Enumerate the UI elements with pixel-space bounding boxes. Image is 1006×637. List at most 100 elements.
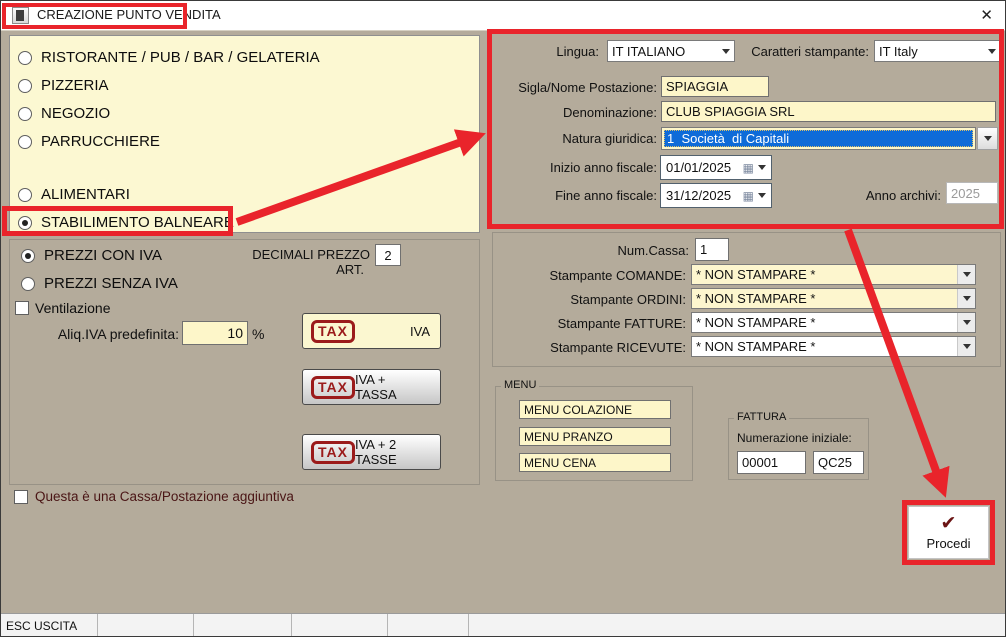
sigla-input[interactable]: SPIAGGIA <box>661 76 769 97</box>
chevron-down-icon <box>758 193 766 198</box>
check-icon: ✔ <box>941 514 957 534</box>
app-icon <box>12 7 29 24</box>
anno-archivi-label: Anno archivi: <box>851 188 941 203</box>
radio-label: RISTORANTE / PUB / BAR / GELATERIA <box>41 49 320 66</box>
tax-iva-tassa-button[interactable]: TAX IVA + TASSA <box>302 369 441 405</box>
stampante-fatture-label: Stampante FATTURE: <box>521 316 686 331</box>
stampante-comande-label: Stampante COMANDE: <box>521 268 686 283</box>
status-cell <box>388 614 469 637</box>
radio-pizzeria[interactable]: PIZZERIA <box>18 77 109 94</box>
cassa-aggiuntiva-checkbox[interactable] <box>14 490 28 504</box>
chevron-down-icon <box>722 49 730 54</box>
status-cell <box>292 614 388 637</box>
sigla-label: Sigla/Nome Postazione: <box>497 80 657 95</box>
stampante-comande-select[interactable]: * NON STAMPARE * <box>691 264 976 285</box>
radio-label: ALIMENTARI <box>41 186 130 203</box>
stampante-ricevute-select[interactable]: * NON STAMPARE * <box>691 336 976 357</box>
radio-label: STABILIMENTO BALNEARE <box>41 214 234 231</box>
numerazione-code-input[interactable]: QC25 <box>813 451 864 474</box>
radio-negozio[interactable]: NEGOZIO <box>18 105 110 122</box>
caratteri-stampante-select[interactable]: IT Italy <box>874 40 1001 62</box>
status-cell <box>469 614 1006 637</box>
radio-circle[interactable] <box>18 79 32 93</box>
tax-button-label: IVA + TASSA <box>355 372 430 402</box>
radio-parrucchiere[interactable]: PARRUCCHIERE <box>18 133 160 150</box>
radio-circle[interactable] <box>18 216 32 230</box>
denominazione-label: Denominazione: <box>497 105 657 120</box>
calendar-icon: ▦ <box>743 162 754 174</box>
dropdown-button <box>957 265 975 284</box>
decimali-input[interactable]: 2 <box>375 244 401 266</box>
stampante-ordini-label: Stampante ORDINI: <box>521 292 686 307</box>
radio-circle[interactable] <box>18 135 32 149</box>
stampante-ordini-select[interactable]: * NON STAMPARE * <box>691 288 976 309</box>
num-cassa-label: Num.Cassa: <box>561 243 689 258</box>
menu-pranzo-input[interactable]: MENU PRANZO <box>519 427 671 446</box>
menu-colazione-input[interactable]: MENU COLAZIONE <box>519 400 671 419</box>
radio-label: PREZZI SENZA IVA <box>44 275 178 292</box>
radio-label: NEGOZIO <box>41 105 110 122</box>
natura-giuridica-value: 1 Società di Capitali <box>664 130 973 147</box>
numerazione-iniziale-label: Numerazione iniziale: <box>737 431 867 445</box>
radio-stabilimento-balneare[interactable]: STABILIMENTO BALNEARE <box>18 214 234 231</box>
tax-button-label: IVA <box>410 324 430 339</box>
ventilazione-checkbox[interactable] <box>15 301 29 315</box>
status-bar: ESC USCITA <box>1 613 1006 637</box>
tax-stamp-icon: TAX <box>311 441 355 464</box>
anno-archivi-input: 2025 <box>946 182 998 204</box>
tax-iva-2-tasse-button[interactable]: TAX IVA + 2 TASSE <box>302 434 441 470</box>
tax-button-label: IVA + 2 TASSE <box>355 437 430 467</box>
dropdown-button <box>957 337 975 356</box>
radio-ristorante[interactable]: RISTORANTE / PUB / BAR / GELATERIA <box>18 49 320 66</box>
window-title: CREAZIONE PUNTO VENDITA <box>37 7 221 22</box>
denominazione-input[interactable]: CLUB SPIAGGIA SRL <box>661 101 996 122</box>
num-cassa-input[interactable]: 1 <box>695 238 729 261</box>
natura-giuridica-label: Natura giuridica: <box>497 131 657 146</box>
business-type-panel: RISTORANTE / PUB / BAR / GELATERIA PIZZE… <box>9 35 480 233</box>
chevron-down-icon <box>988 49 996 54</box>
title-bar: CREAZIONE PUNTO VENDITA ✕ <box>1 1 1005 31</box>
inizio-anno-datepicker[interactable]: 01/01/2025 ▦ <box>660 155 772 180</box>
cassa-aggiuntiva-row[interactable]: Questa è una Cassa/Postazione aggiuntiva <box>14 489 294 504</box>
procedi-button[interactable]: ✔ Procedi <box>908 506 989 559</box>
status-cell <box>98 614 194 637</box>
ventilazione-label: Ventilazione <box>35 300 111 316</box>
natura-giuridica-select[interactable]: 1 Società di Capitali <box>661 127 976 150</box>
tax-iva-button[interactable]: TAX IVA <box>302 313 441 349</box>
ventilazione-checkbox-row[interactable]: Ventilazione <box>15 300 111 316</box>
fine-anno-label: Fine anno fiscale: <box>497 188 657 203</box>
lingua-select[interactable]: IT ITALIANO <box>607 40 735 62</box>
radio-circle[interactable] <box>21 277 35 291</box>
decimali-art-label: ART. <box>246 262 364 277</box>
fattura-group-legend: FATTURA <box>734 411 789 423</box>
stampante-fatture-select[interactable]: * NON STAMPARE * <box>691 312 976 333</box>
procedi-label: Procedi <box>926 536 970 551</box>
status-cell <box>194 614 292 637</box>
radio-alimentari[interactable]: ALIMENTARI <box>18 186 130 203</box>
decimali-prezzo-label: DECIMALI PREZZO <box>246 247 370 262</box>
menu-cena-input[interactable]: MENU CENA <box>519 453 671 472</box>
close-icon[interactable]: ✕ <box>980 6 993 26</box>
radio-circle[interactable] <box>18 51 32 65</box>
radio-prezzi-con-iva[interactable]: PREZZI CON IVA <box>21 247 162 264</box>
chevron-down-icon <box>963 272 971 277</box>
chevron-down-icon <box>758 165 766 170</box>
radio-circle[interactable] <box>18 107 32 121</box>
inizio-anno-label: Inizio anno fiscale: <box>497 160 657 175</box>
chevron-down-icon <box>963 320 971 325</box>
tax-stamp-icon: TAX <box>311 376 355 399</box>
radio-circle[interactable] <box>18 188 32 202</box>
dropdown-button <box>957 313 975 332</box>
percent-label: % <box>252 326 270 342</box>
tax-stamp-icon: TAX <box>311 320 355 343</box>
natura-giuridica-dropdown-button[interactable] <box>977 127 998 150</box>
chevron-down-icon <box>984 136 992 141</box>
chevron-down-icon <box>963 296 971 301</box>
fine-anno-datepicker[interactable]: 31/12/2025 ▦ <box>660 183 772 208</box>
numerazione-number-input[interactable]: 00001 <box>737 451 806 474</box>
radio-label: PREZZI CON IVA <box>44 247 162 264</box>
radio-prezzi-senza-iva[interactable]: PREZZI SENZA IVA <box>21 275 178 292</box>
aliq-iva-input[interactable]: 10 <box>182 321 248 345</box>
radio-circle[interactable] <box>21 249 35 263</box>
radio-label: PIZZERIA <box>41 77 109 94</box>
